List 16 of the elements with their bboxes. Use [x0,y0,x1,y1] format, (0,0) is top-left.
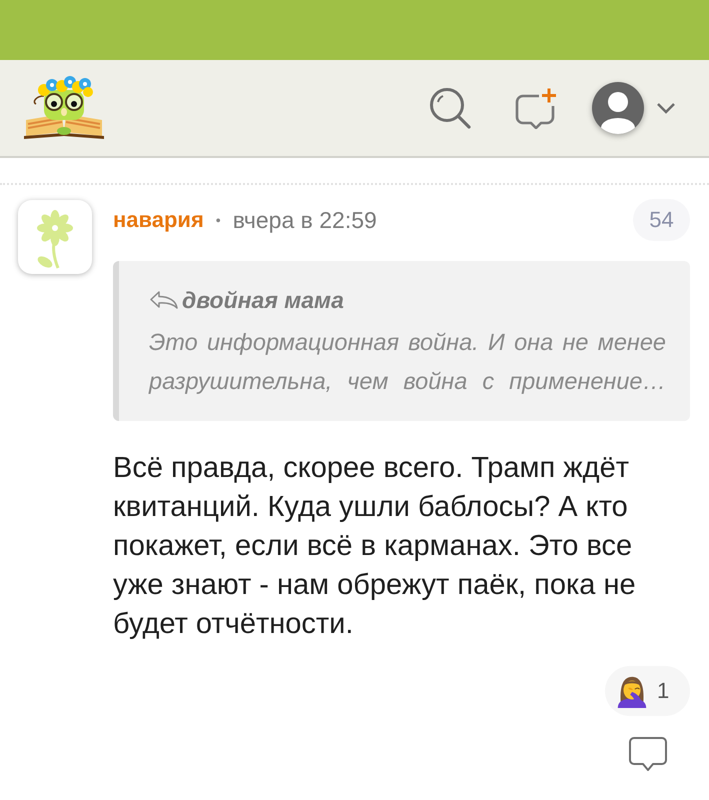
reply-comment-icon[interactable] [628,736,668,772]
quoted-author[interactable]: двойная мама [182,286,344,314]
separator-dot: • [216,212,221,228]
search-icon[interactable] [429,87,471,129]
user-avatar-icon[interactable] [592,82,644,134]
comment-number-badge: 54 [633,199,690,241]
new-message-icon[interactable] [514,87,558,129]
comment-text: Всё правда, скорее всего. Трамп ждёт квитанций. Куда ушли баблосы? А кто покажет, если всё в карманах. Это все уже знают - нам обрежут паёк, пока не будет отчётности. [113,451,637,642]
facepalm-woman-emoji-icon [615,674,649,708]
quoted-text: Это информационная война. И она не менее разрушительна, чем война с применение… [149,328,666,396]
comment-time: вчера в 22:59 [232,206,377,234]
reply-arrow-icon [149,290,179,310]
book-character-logo-icon[interactable] [22,76,106,140]
author-name[interactable]: навария [113,207,204,233]
reaction-button[interactable]: 1 [605,666,690,716]
chevron-down-icon[interactable] [656,102,676,114]
